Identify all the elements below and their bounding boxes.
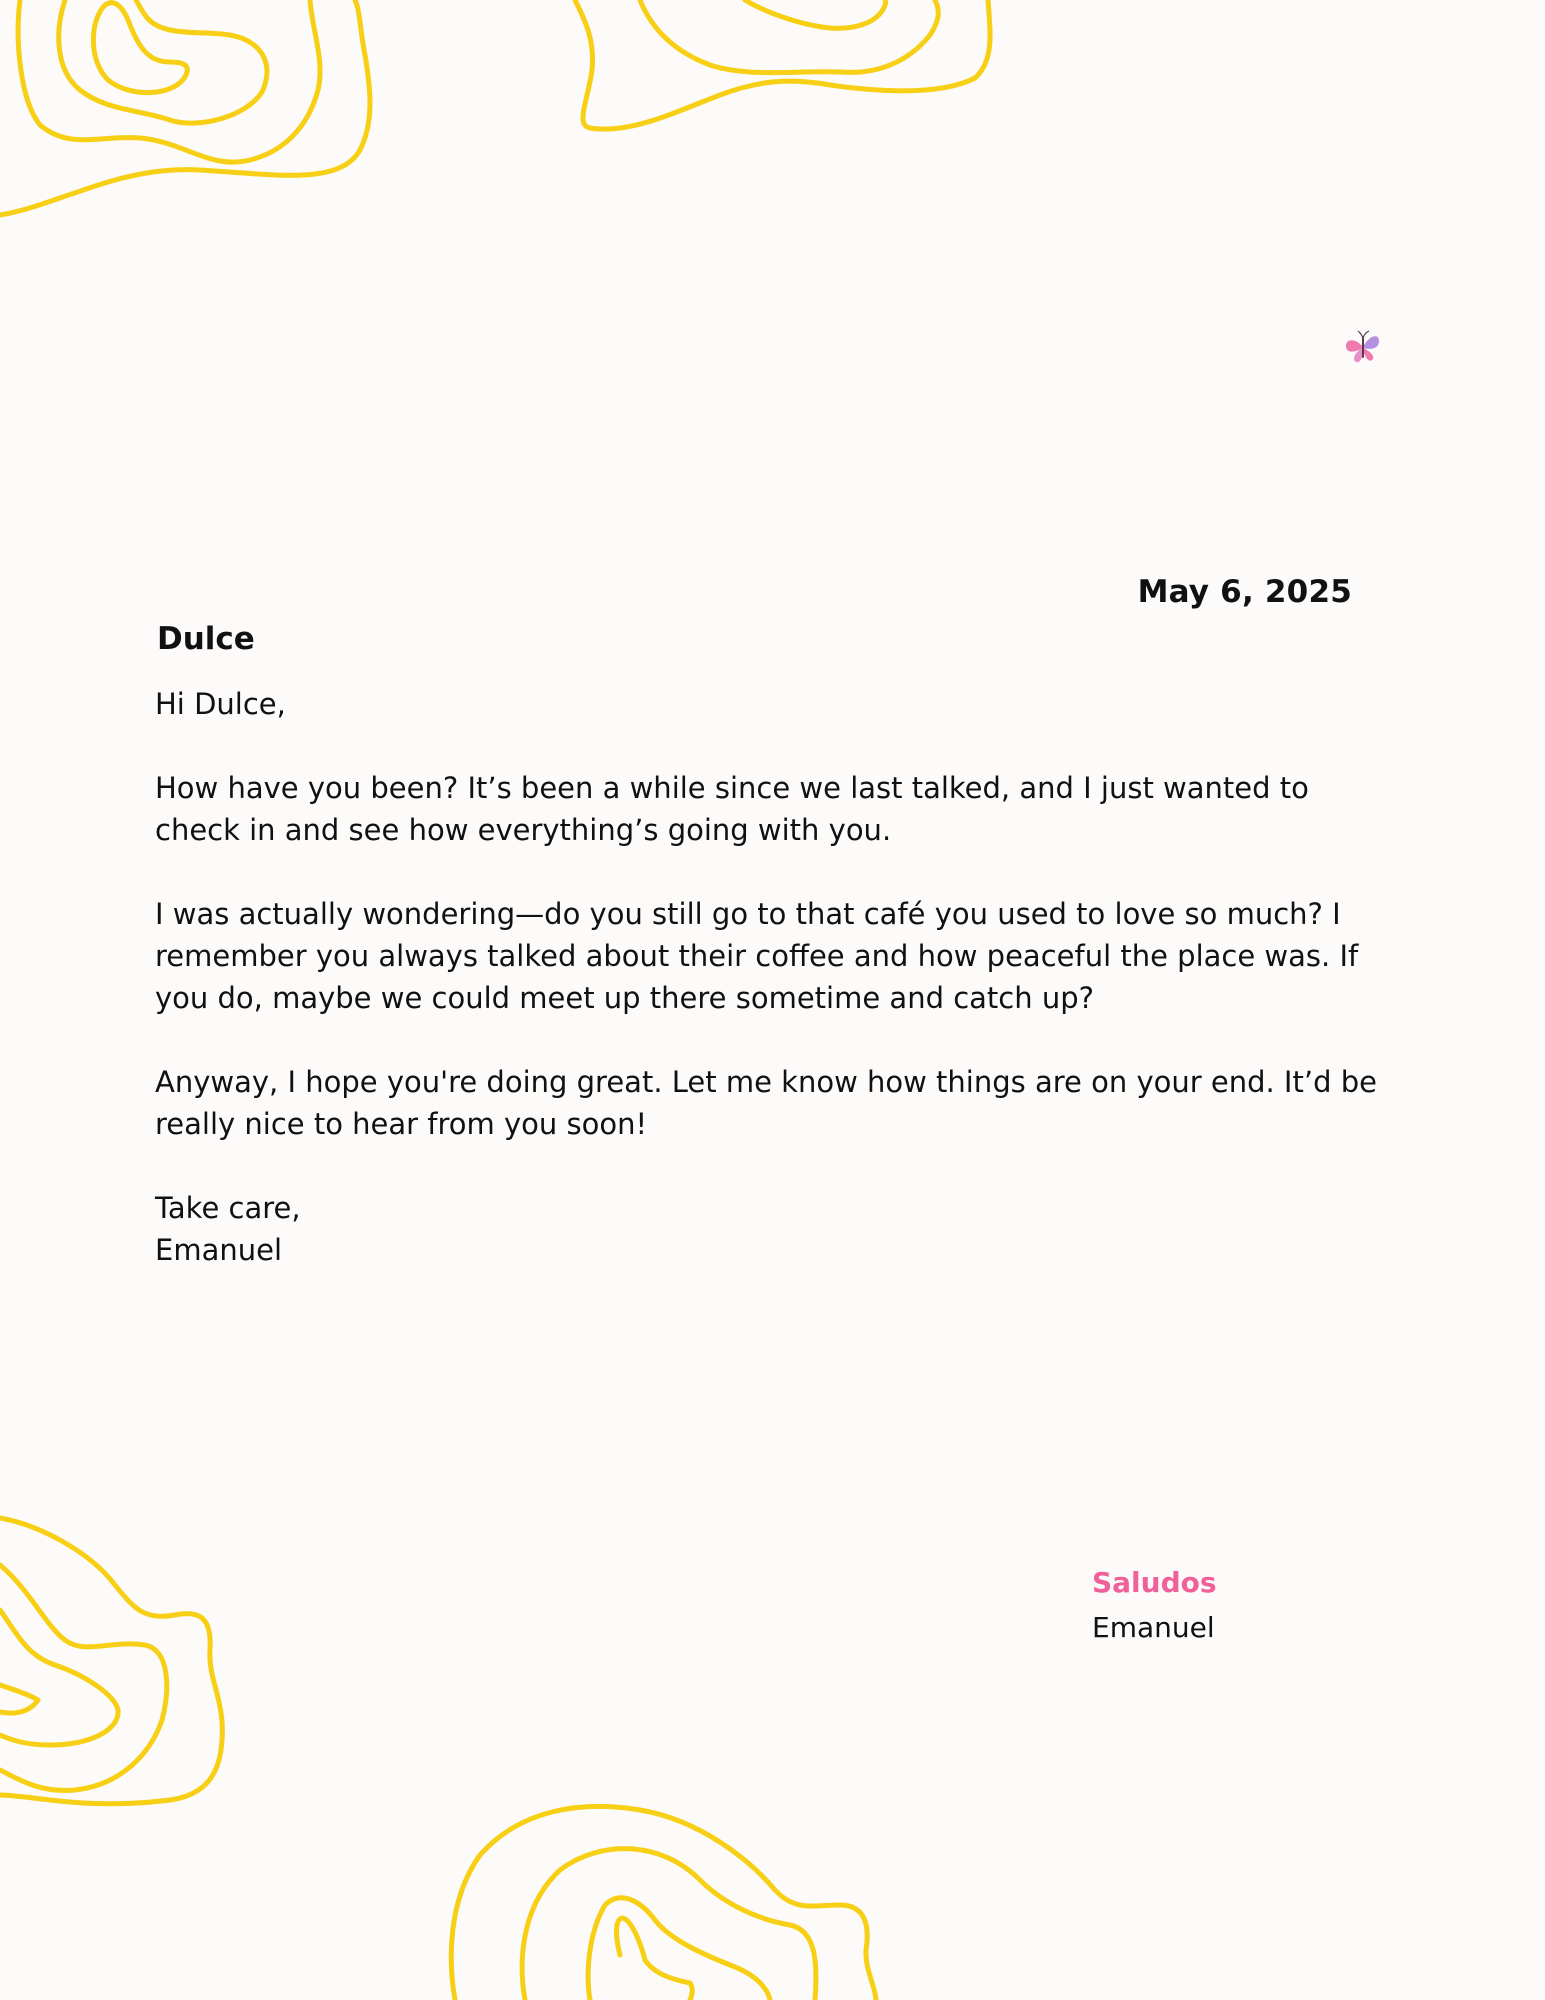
recipient-name: Dulce xyxy=(157,621,255,657)
signature-block: Saludos Emanuel xyxy=(1092,1566,1217,1644)
letter-paragraph-3: Anyway, I hope you're doing great. Let m… xyxy=(155,1065,1377,1141)
letter-date: May 6, 2025 xyxy=(1137,574,1352,610)
swirl-top-left xyxy=(0,0,373,218)
letter-paragraph-2: I was actually wondering—do you still go… xyxy=(155,897,1359,1015)
signature-label: Saludos xyxy=(1092,1566,1217,1599)
signature-name: Emanuel xyxy=(1092,1611,1215,1644)
letter-closing: Take care, Emanuel xyxy=(155,1187,1395,1271)
letter-greeting: Hi Dulce, xyxy=(155,687,286,721)
swirl-bottom-left xyxy=(0,1515,225,1807)
letter-closing-name: Emanuel xyxy=(155,1233,283,1267)
letter-body: Hi Dulce, How have you been? It’s been a… xyxy=(155,683,1395,1271)
butterfly-icon xyxy=(1345,330,1379,363)
swirl-bottom-center xyxy=(448,1803,879,2000)
letter-paragraph-1: How have you been? It’s been a while sin… xyxy=(155,771,1309,847)
swirl-top-center xyxy=(572,0,993,132)
letter-closing-phrase: Take care, xyxy=(155,1191,301,1225)
letter-page: May 6, 2025 Dulce Hi Dulce, How have you… xyxy=(0,0,1545,2000)
